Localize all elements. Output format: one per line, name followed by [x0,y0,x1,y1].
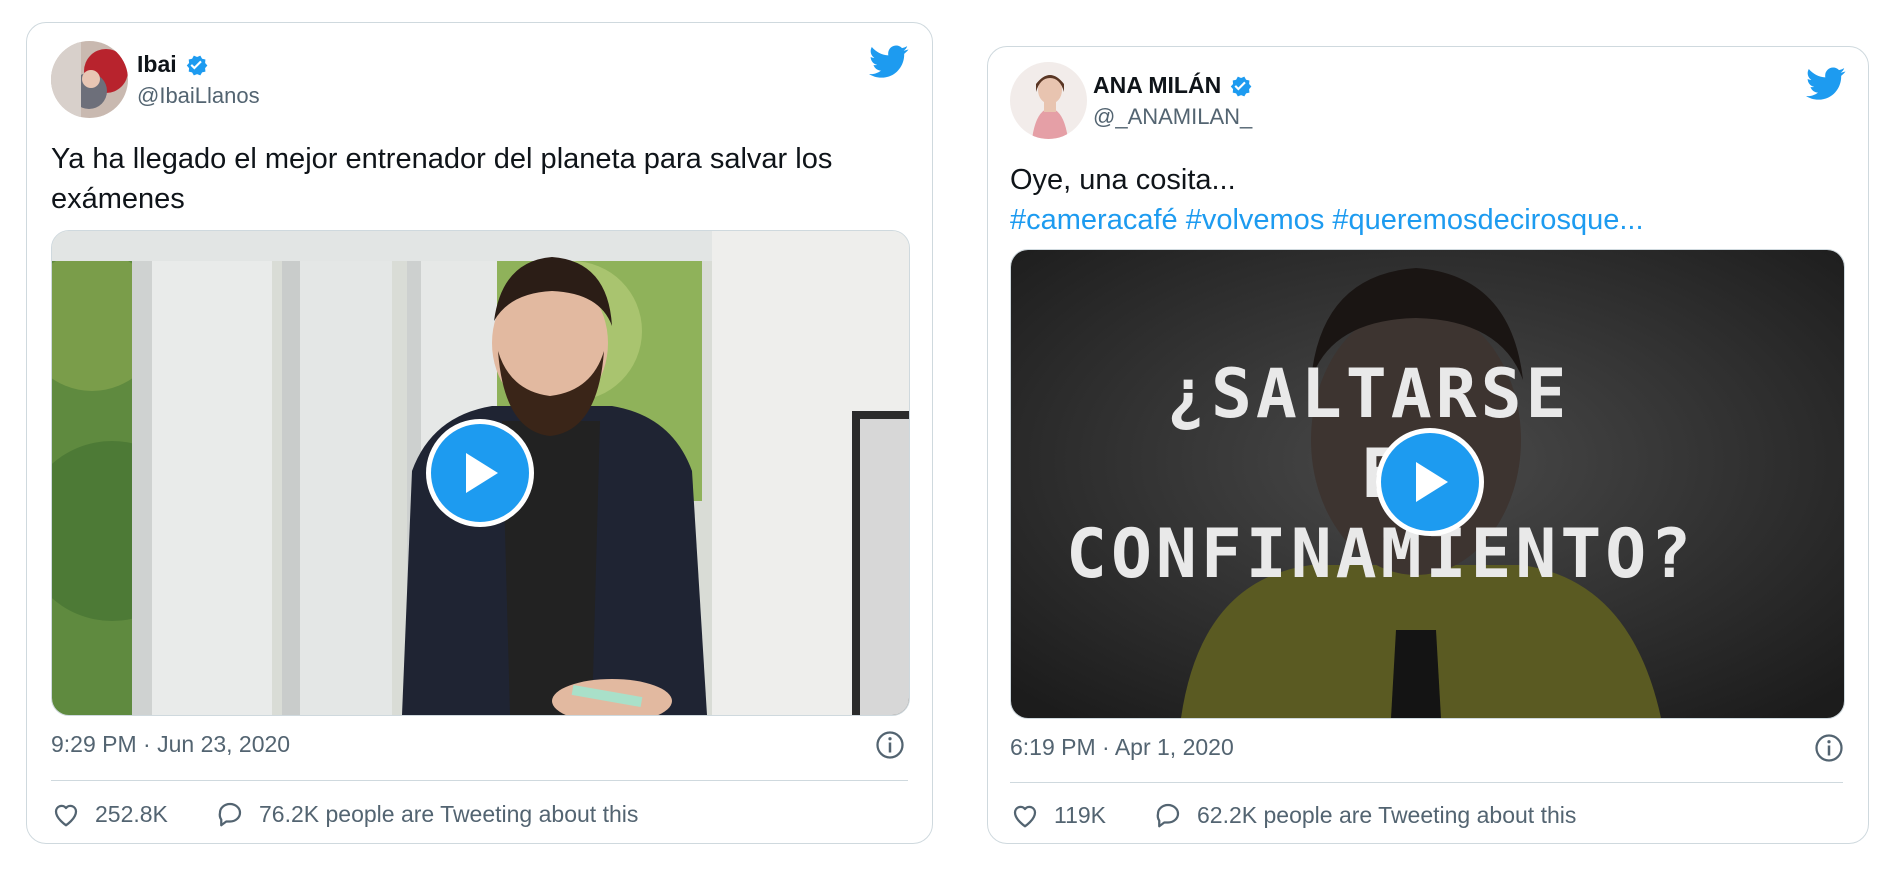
divider [51,780,908,781]
info-icon[interactable] [1814,733,1844,763]
author-name[interactable]: ANA MILÁN [1093,72,1253,99]
tweet-timestamp[interactable]: 9:29 PM · Jun 23, 2020 [51,731,290,758]
verified-badge-icon [186,55,207,75]
tweet-timestamp[interactable]: 6:19 PM · Apr 1, 2020 [1010,734,1234,761]
author-handle[interactable]: @IbaiLlanos [137,83,260,109]
tweet-card[interactable]: Ibai @IbaiLlanos Ya ha llegado el mejor … [26,22,933,844]
avatar[interactable] [51,41,128,118]
author-handle[interactable]: @_ANAMILAN_ [1093,104,1252,130]
tweeting-count: 62.2K people are Tweeting about this [1197,801,1577,828]
like-button[interactable]: 119K [1010,800,1106,830]
tweeting-about-link[interactable]: 76.2K people are Tweeting about this [215,799,638,829]
divider [1010,782,1843,783]
avatar[interactable] [1010,62,1087,139]
play-button[interactable] [426,419,534,527]
play-button[interactable] [1376,428,1484,536]
heart-icon [54,804,78,827]
like-button[interactable]: 252.8K [51,799,168,829]
twitter-bird-icon[interactable] [869,45,909,79]
author-name[interactable]: Ibai [137,51,209,78]
play-icon [466,453,498,493]
tweet-card[interactable]: ANA MILÁN @_ANAMILAN_ Oye, una cosita...… [987,46,1869,844]
tweeting-count: 76.2K people are Tweeting about this [259,800,639,827]
heart-icon [1013,805,1037,828]
video-overlay-line3: CONFINAMIENTO? [1066,515,1696,594]
verified-badge-icon [1230,76,1252,96]
info-icon[interactable] [875,730,905,760]
video-player[interactable]: ¿SALTARSE E CONFINAMIENTO? [1010,249,1845,719]
like-count: 119K [1054,801,1107,828]
tweet-hashtags[interactable]: #cameracafé #volvemos #queremosdecirosqu… [1010,200,1840,240]
like-count: 252.8K [95,800,168,827]
tweeting-about-link[interactable]: 62.2K people are Tweeting about this [1153,800,1576,830]
tweet-text: Oye, una cosita... [1010,164,1236,196]
reply-bubble-icon [1156,803,1180,828]
reply-bubble-icon [218,802,242,827]
tweet-text: Ya ha llegado el mejor entrenador del pl… [51,143,833,215]
play-icon [1416,462,1448,502]
video-player[interactable] [51,230,910,716]
twitter-bird-icon[interactable] [1806,67,1846,101]
video-overlay-line1: ¿SALTARSE [1166,355,1571,434]
